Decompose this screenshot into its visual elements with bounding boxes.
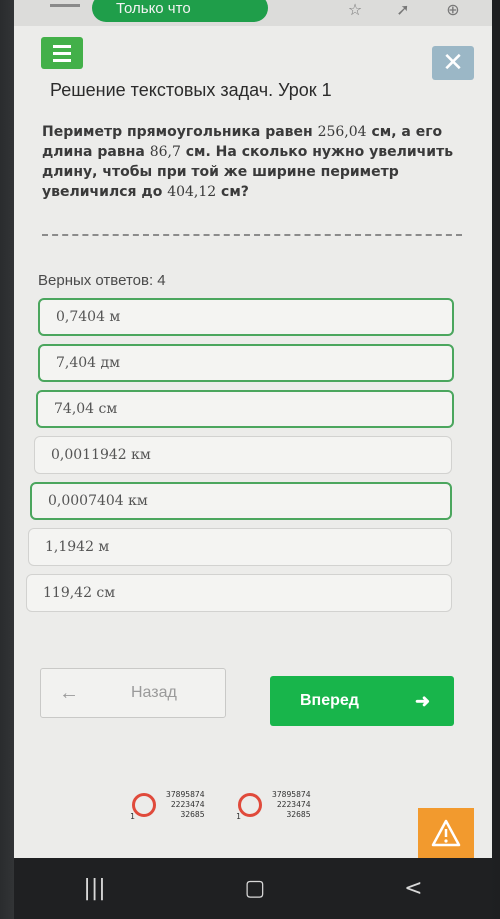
back-button-label: Назад xyxy=(131,684,177,701)
question-number: 404,12 xyxy=(167,184,217,200)
captcha-right: 37895874 2223474 32685 1 xyxy=(236,782,311,828)
next-button[interactable]: Вперед ➜ xyxy=(270,676,454,726)
status-bar: Только что ☆ ➚ ⊕ xyxy=(14,0,492,26)
back-nav-icon[interactable]: < xyxy=(404,876,422,901)
captcha-line: 37895874 xyxy=(272,790,311,799)
menu-icon-bar xyxy=(53,44,71,48)
recent-apps-icon[interactable]: ||| xyxy=(83,876,105,901)
share-icon: ➚ xyxy=(396,0,410,19)
screen: Только что ☆ ➚ ⊕ ✕ Решение текстовых зад… xyxy=(14,0,492,919)
globe-icon: ⊕ xyxy=(446,0,460,19)
system-nav-bar: ||| ▢ < xyxy=(14,858,492,919)
answer-placeholder-line xyxy=(42,234,462,236)
captcha-line: 32685 xyxy=(286,810,311,819)
answer-option[interactable]: 0,7404 м xyxy=(38,298,454,336)
captcha-left: 37895874 2223474 32685 1 xyxy=(130,782,205,828)
question-part: см? xyxy=(216,184,249,200)
star-icon: ☆ xyxy=(347,0,363,19)
circle-icon xyxy=(238,793,262,817)
answer-option[interactable]: 0,0011942 км xyxy=(34,436,452,474)
phone-frame: Только что ☆ ➚ ⊕ ✕ Решение текстовых зад… xyxy=(0,0,500,919)
captcha-line: 32685 xyxy=(180,810,205,819)
answer-option[interactable]: 7,404 дм xyxy=(38,344,454,382)
close-button[interactable]: ✕ xyxy=(432,46,474,80)
notification-pill[interactable]: Только что xyxy=(92,0,268,22)
answer-option-label: 0,0011942 км xyxy=(51,447,151,463)
status-dash xyxy=(50,4,80,7)
home-icon[interactable]: ▢ xyxy=(244,876,265,901)
lesson-title: Решение текстовых задач. Урок 1 xyxy=(50,80,332,100)
circle-icon xyxy=(132,793,156,817)
question-number: 256,04 xyxy=(317,124,367,140)
captcha-digits: 37895874 2223474 32685 xyxy=(166,790,205,820)
next-button-label: Вперед xyxy=(300,692,359,709)
answer-option-label: 0,0007404 км xyxy=(48,493,148,509)
answer-option-label: 119,42 см xyxy=(43,585,116,601)
captcha-digit: 1 xyxy=(130,812,135,821)
warning-icon xyxy=(431,819,461,847)
answer-option[interactable]: 74,04 см xyxy=(36,390,454,428)
menu-button[interactable] xyxy=(41,37,83,69)
question-number: 86,7 xyxy=(149,144,181,160)
answer-option[interactable]: 119,42 см xyxy=(26,574,452,612)
captcha-digit: 1 xyxy=(236,812,241,821)
menu-icon-bar xyxy=(53,51,71,55)
captcha-line: 2223474 xyxy=(170,800,205,809)
answer-option[interactable]: 0,0007404 км xyxy=(30,482,452,520)
close-icon: ✕ xyxy=(442,48,464,78)
back-button[interactable]: ← Назад xyxy=(40,668,226,718)
question-text: Периметр прямоугольника равен 256,04 см,… xyxy=(42,122,462,202)
answer-option[interactable]: 1,1942 м xyxy=(28,528,452,566)
captcha-digits: 37895874 2223474 32685 xyxy=(272,790,311,820)
question-part: Периметр прямоугольника равен xyxy=(42,124,318,140)
menu-icon-bar xyxy=(53,58,71,62)
correct-answers-count: Верных ответов: 4 xyxy=(38,272,166,289)
arrow-left-icon: ← xyxy=(59,681,79,704)
captcha-line: 37895874 xyxy=(166,790,205,799)
answer-option-label: 0,7404 м xyxy=(56,309,121,325)
notification-text: Только что xyxy=(116,0,191,17)
answer-option-label: 1,1942 м xyxy=(45,539,110,555)
captcha-line: 2223474 xyxy=(276,800,311,809)
arrow-right-icon: ➜ xyxy=(414,690,431,711)
answer-option-label: 74,04 см xyxy=(54,401,118,417)
report-button[interactable] xyxy=(418,808,474,858)
answer-option-label: 7,404 дм xyxy=(56,355,121,371)
